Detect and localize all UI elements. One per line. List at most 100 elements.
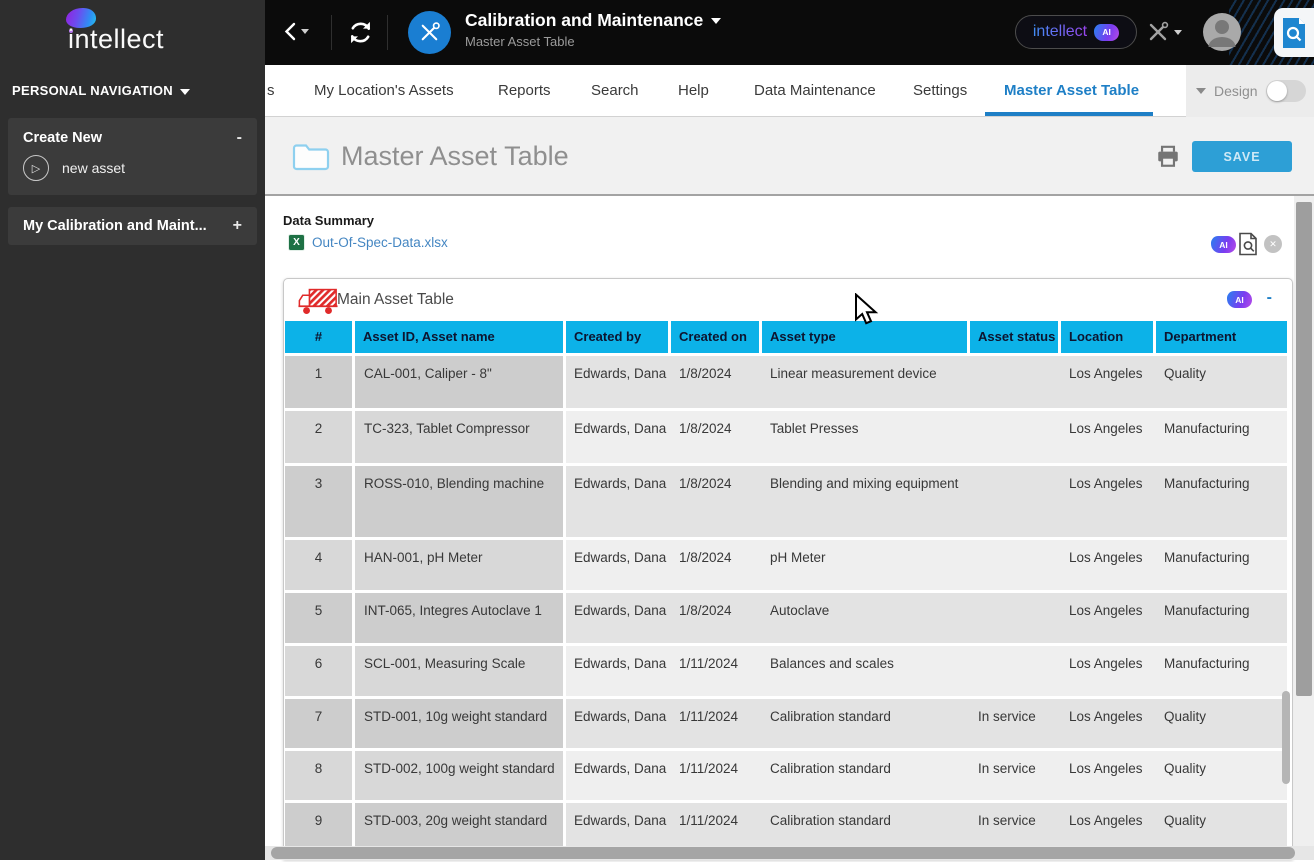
- refresh-icon: [347, 19, 374, 46]
- file-preview-button[interactable]: [1238, 232, 1258, 261]
- cell-asset-type: pH Meter: [762, 540, 970, 590]
- app-logo[interactable]: intellect: [0, 0, 265, 64]
- table-row[interactable]: 8 STD-002, 100g weight standard Edwards,…: [285, 751, 1289, 800]
- table-row[interactable]: 3 ROSS-010, Blending machine Edwards, Da…: [285, 466, 1289, 537]
- page-horizontal-scrollbar-thumb[interactable]: [271, 847, 1295, 859]
- tab-my-locations-assets[interactable]: My Location's Assets: [314, 82, 454, 99]
- cell-row-number: 4: [285, 540, 352, 590]
- personal-navigation-header[interactable]: PERSONAL NAVIGATION: [12, 83, 190, 98]
- tab-help[interactable]: Help: [678, 82, 709, 99]
- column-header-asset[interactable]: Asset ID, Asset name: [355, 321, 563, 353]
- my-calibration-title: My Calibration and Maint...: [23, 218, 207, 234]
- tab-reports[interactable]: Reports: [498, 82, 551, 99]
- cell-department: Quality: [1156, 699, 1287, 748]
- attachment-link[interactable]: X Out-Of-Spec-Data.xlsx: [288, 234, 448, 251]
- caret-down-icon: [180, 89, 190, 95]
- cell-created-by: Edwards, Dana: [566, 466, 671, 537]
- table-header-row: # Asset ID, Asset name Created by Create…: [285, 321, 1291, 353]
- document-search-icon: [1238, 232, 1258, 256]
- cell-row-number: 5: [285, 593, 352, 643]
- remove-attachment-button[interactable]: ✕: [1264, 235, 1282, 253]
- collapse-panel-button[interactable]: -: [1267, 289, 1272, 307]
- table-row[interactable]: 2 TC-323, Tablet Compressor Edwards, Dan…: [285, 411, 1289, 463]
- cell-created-by: Edwards, Dana: [566, 411, 671, 463]
- cell-created-on: 1/8/2024: [671, 356, 762, 408]
- tools-menu-button[interactable]: [1146, 20, 1182, 44]
- column-header-num[interactable]: #: [285, 321, 352, 353]
- column-header-created-on[interactable]: Created on: [671, 321, 759, 353]
- intellect-ai-badge[interactable]: intellect AI: [1015, 15, 1137, 49]
- my-calibration-panel[interactable]: My Calibration and Maint... +: [8, 207, 257, 245]
- ai-cloud-icon[interactable]: AI: [1211, 236, 1236, 253]
- tab-master-asset-table[interactable]: Master Asset Table: [1004, 82, 1139, 99]
- table-row[interactable]: 7 STD-001, 10g weight standard Edwards, …: [285, 699, 1289, 748]
- column-header-location[interactable]: Location: [1061, 321, 1153, 353]
- ai-cloud-icon: AI: [1094, 24, 1119, 41]
- page-horizontal-scrollbar[interactable]: [265, 846, 1314, 860]
- module-icon-button[interactable]: [408, 11, 451, 54]
- column-header-created-by[interactable]: Created by: [566, 321, 668, 353]
- column-header-asset-status[interactable]: Asset status: [970, 321, 1058, 353]
- cell-created-on: 1/11/2024: [671, 646, 762, 696]
- collapse-minus-icon[interactable]: -: [237, 129, 242, 147]
- table-row[interactable]: 1 CAL-001, Caliper - 8" Edwards, Dana 1/…: [285, 356, 1289, 408]
- cell-created-on: 1/8/2024: [671, 466, 762, 537]
- save-button[interactable]: SAVE: [1192, 141, 1292, 172]
- cell-created-by: Edwards, Dana: [566, 699, 671, 748]
- doc-search-panel-button[interactable]: [1274, 8, 1314, 57]
- ai-cloud-icon[interactable]: AI: [1227, 291, 1252, 308]
- topbar: Calibration and Maintenance Master Asset…: [265, 0, 1314, 65]
- tab-truncated[interactable]: s: [267, 82, 275, 99]
- cell-created-by: Edwards, Dana: [566, 646, 671, 696]
- cell-location: Los Angeles: [1061, 699, 1156, 748]
- cell-department: Manufacturing: [1156, 646, 1287, 696]
- cell-department: Manufacturing: [1156, 411, 1287, 463]
- caret-down-icon[interactable]: [1196, 88, 1206, 94]
- divider: [387, 15, 388, 50]
- column-header-asset-type[interactable]: Asset type: [762, 321, 967, 353]
- cell-location: Los Angeles: [1061, 540, 1156, 590]
- tab-search[interactable]: Search: [591, 82, 639, 99]
- module-subtitle: Master Asset Table: [465, 34, 721, 49]
- cell-row-number: 3: [285, 466, 352, 537]
- cell-location: Los Angeles: [1061, 411, 1156, 463]
- row-detail-cells: Edwards, Dana 1/8/2024 pH Meter Los Ange…: [566, 540, 1287, 590]
- print-button[interactable]: [1155, 143, 1181, 174]
- back-button[interactable]: [283, 22, 309, 41]
- tab-data-maintenance[interactable]: Data Maintenance: [754, 82, 876, 99]
- expand-plus-icon[interactable]: +: [233, 217, 242, 235]
- table-row[interactable]: 5 INT-065, Integres Autoclave 1 Edwards,…: [285, 593, 1289, 643]
- page-vertical-scrollbar[interactable]: [1294, 196, 1314, 846]
- refresh-button[interactable]: [347, 19, 374, 51]
- cell-department: Quality: [1156, 356, 1287, 408]
- table-vertical-scrollbar-thumb[interactable]: [1282, 691, 1290, 784]
- user-avatar[interactable]: [1202, 12, 1242, 57]
- cell-department: Manufacturing: [1156, 466, 1287, 537]
- row-detail-cells: Edwards, Dana 1/11/2024 Balances and sca…: [566, 646, 1287, 696]
- module-title-dropdown[interactable]: Calibration and Maintenance: [465, 10, 721, 31]
- cell-asset-status: [970, 466, 1061, 537]
- folder-icon: [292, 141, 330, 176]
- tab-settings[interactable]: Settings: [913, 82, 967, 99]
- caret-down-icon: [711, 18, 721, 24]
- cell-row-number: 2: [285, 411, 352, 463]
- cell-department: Manufacturing: [1156, 593, 1287, 643]
- page-vertical-scrollbar-thumb[interactable]: [1296, 202, 1312, 696]
- play-circle-icon: ▷: [23, 155, 49, 181]
- cell-created-on: 1/11/2024: [671, 751, 762, 800]
- table-row[interactable]: 6 SCL-001, Measuring Scale Edwards, Dana…: [285, 646, 1289, 696]
- cell-created-by: Edwards, Dana: [566, 540, 671, 590]
- design-toggle[interactable]: [1266, 80, 1306, 102]
- cell-asset-status: [970, 411, 1061, 463]
- document-search-icon: [1281, 17, 1307, 49]
- page-header: Master Asset Table SAVE: [265, 117, 1314, 196]
- column-header-department[interactable]: Department: [1156, 321, 1287, 353]
- cell-row-number: 8: [285, 751, 352, 800]
- caret-down-icon: [1174, 30, 1182, 35]
- sidebar-item-new-asset[interactable]: ▷ new asset: [8, 147, 257, 181]
- cell-row-number: 6: [285, 646, 352, 696]
- row-detail-cells: Edwards, Dana 1/8/2024 Blending and mixi…: [566, 466, 1287, 537]
- cell-asset-type: Blending and mixing equipment: [762, 466, 970, 537]
- cell-row-number: 1: [285, 356, 352, 408]
- table-row[interactable]: 4 HAN-001, pH Meter Edwards, Dana 1/8/20…: [285, 540, 1289, 590]
